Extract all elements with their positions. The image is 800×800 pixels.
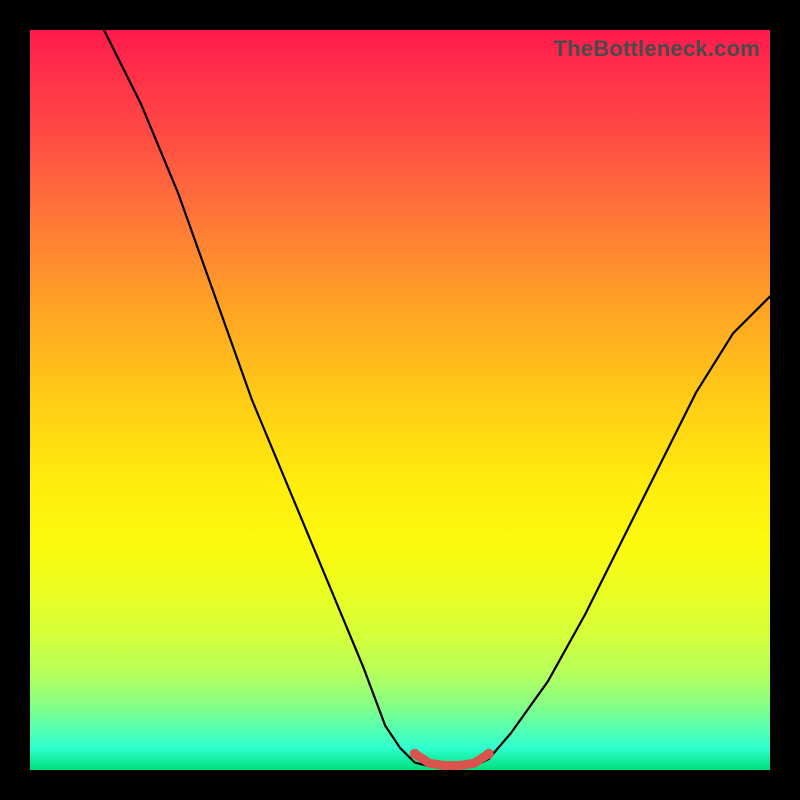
chart-frame: TheBottleneck.com [0, 0, 800, 800]
bottleneck-chart [30, 30, 770, 770]
plot-area: TheBottleneck.com [30, 30, 770, 770]
series-optimal-zone [415, 754, 489, 766]
series-optimal-zone-endpoint [484, 749, 494, 759]
series-bottleneck-curve [104, 30, 770, 766]
series-optimal-zone-endpoint [410, 749, 420, 759]
